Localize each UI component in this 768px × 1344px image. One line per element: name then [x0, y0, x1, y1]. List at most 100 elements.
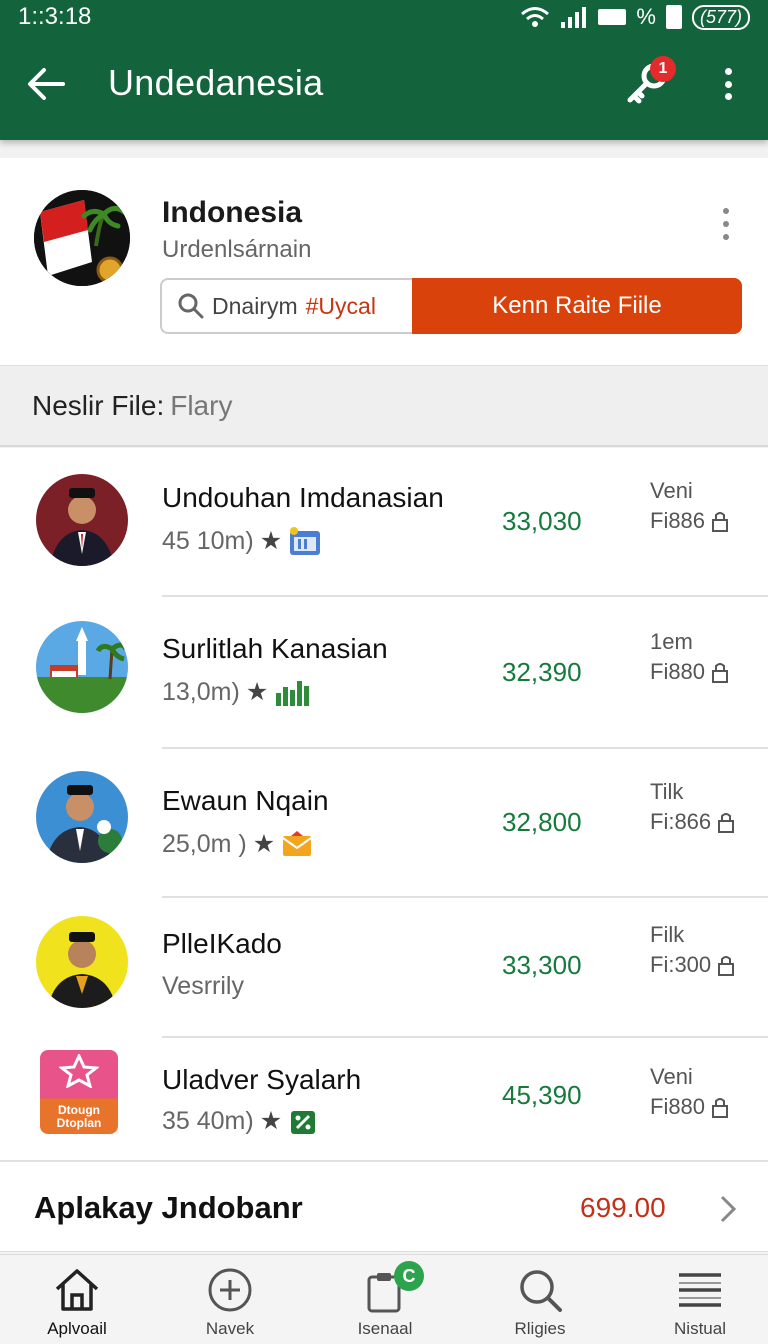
item-label-bottom: Fi880: [650, 1094, 729, 1120]
item-sub: Vesrrily: [162, 972, 244, 1001]
list-item[interactable]: Undouhan Imdanasian 45 10m) ★ 33,030 Ven…: [0, 448, 768, 596]
profile-more-button[interactable]: [716, 206, 736, 242]
search-icon: [520, 1270, 562, 1312]
more-dot-icon: [724, 68, 732, 75]
item-value: 45,390: [502, 1080, 582, 1110]
item-label-top: Veni: [650, 1064, 693, 1089]
item-label-bottom: Fi886: [650, 508, 729, 534]
nav-item-add[interactable]: Navek: [155, 1255, 305, 1344]
search-input[interactable]: Dnairym #Uycal: [160, 278, 414, 334]
section-header: Neslir File: Flary: [0, 367, 768, 447]
list-item[interactable]: PlleIKado Vesrrily 33,300 Filk Fi:300: [0, 898, 768, 1036]
item-label-top: Filk: [650, 922, 685, 947]
nav-item-home[interactable]: Aplvoail: [2, 1255, 152, 1344]
notification-badge: 1: [650, 56, 676, 82]
item-sub: 13,0m) ★: [162, 677, 310, 707]
action-button[interactable]: Kenn Raite Fiile: [412, 278, 742, 334]
nav-item-menu[interactable]: Nistual: [625, 1255, 768, 1344]
list-item[interactable]: Surlitlah Kanasian 13,0m) ★ 32,390 1em F…: [0, 597, 768, 747]
lock-icon: [712, 663, 729, 683]
avatar: [36, 771, 128, 863]
landscape-avatar-icon: [36, 621, 128, 713]
item-name: Uladver Syalarh: [162, 1064, 362, 1095]
item-sub-text: 45 10m): [162, 526, 254, 555]
profile-card: Indonesia Urdenlsárnain Dnairym #Uycal K…: [0, 158, 768, 366]
app-logo: Dtougn Dtoplan: [40, 1050, 118, 1134]
summary-row[interactable]: Aplakay Jndobanr 699.00: [0, 1160, 768, 1252]
file-list: Undouhan Imdanasian 45 10m) ★ 33,030 Ven…: [0, 448, 768, 1160]
toolbar: Undedanesia 1: [0, 40, 768, 130]
avatar: [36, 474, 128, 566]
battery-percent: %: [636, 4, 656, 29]
lock-icon: [712, 1098, 729, 1118]
item-label-bottom: Fi:866: [650, 809, 735, 835]
more-dot-icon: [724, 93, 732, 100]
nav-label: Aplvoail: [47, 1319, 107, 1338]
bottom-nav: Aplvoail Navek C Isenaal Rligies Nistual: [0, 1254, 768, 1344]
back-button[interactable]: [24, 62, 68, 106]
summary-title: Aplakay Jndobanr: [34, 1190, 303, 1225]
item-code: Fi880: [650, 659, 706, 684]
app-bar: 1::3:18 % (577) Undedanesia 1: [0, 0, 768, 140]
nav-label: Nistual: [674, 1319, 726, 1338]
star-icon: ★: [252, 830, 276, 858]
item-sub: 25,0m ) ★: [162, 829, 313, 859]
avatar: [36, 916, 128, 1008]
list-item[interactable]: Dtougn Dtoplan Uladver Syalarh 35 40m) ★…: [0, 1038, 768, 1160]
wifi-icon: [521, 7, 550, 27]
item-name: Ewaun Nqain: [162, 785, 329, 816]
battery-icon: [665, 5, 682, 29]
flag-icon: [34, 190, 130, 286]
status-bar: 1::3:18 % (577): [0, 0, 768, 34]
status-time: 1::3:18: [18, 3, 92, 30]
more-dot-icon: [723, 234, 729, 240]
more-dot-icon: [723, 208, 729, 214]
item-name: Undouhan Imdanasian: [162, 482, 444, 513]
item-value: 33,300: [502, 950, 582, 980]
logo-text: Dtougn Dtoplan: [56, 1103, 102, 1130]
profile-subtitle: Urdenlsárnain: [162, 236, 312, 263]
item-name: Surlitlah Kanasian: [162, 633, 388, 664]
item-code: Fi880: [650, 1094, 706, 1119]
item-value: 33,030: [502, 506, 582, 536]
nav-label: Navek: [205, 1319, 255, 1338]
star-icon: ★: [245, 678, 269, 706]
item-name: PlleIKado: [162, 928, 282, 959]
item-code: Fi:866: [650, 809, 712, 834]
discount-tag-icon: [291, 1111, 316, 1134]
envelope-icon: [282, 831, 312, 856]
item-sub-text: 13,0m): [162, 677, 240, 706]
item-sub-text: 35 40m): [162, 1106, 254, 1135]
person-avatar-icon: [36, 771, 128, 863]
home-icon: [55, 1269, 99, 1311]
item-sub-text: 25,0m ): [162, 829, 247, 858]
menu-icon: [679, 1273, 721, 1307]
item-label-top: 1em: [650, 629, 693, 654]
calendar-icon: [290, 527, 321, 555]
battery-bar-icon: [598, 9, 627, 25]
person-avatar-icon: [36, 474, 128, 566]
nav-label: Isenaal: [357, 1319, 413, 1338]
search-text: Dnairym: [212, 292, 298, 319]
section-value[interactable]: Flary: [170, 390, 232, 422]
list-item[interactable]: Ewaun Nqain 25,0m ) ★ 32,800 Tilk Fi:866: [0, 749, 768, 897]
item-sub: 45 10m) ★: [162, 526, 322, 556]
status-icons: % (577): [520, 4, 750, 30]
lock-icon: [712, 512, 729, 532]
indonesia-flag-avatar[interactable]: [34, 190, 130, 286]
more-options-button[interactable]: [712, 62, 744, 106]
lock-icon: [718, 813, 735, 833]
add-circle-icon: [208, 1268, 252, 1312]
nav-item-clipboard[interactable]: C Isenaal: [310, 1255, 460, 1344]
item-code: Fi886: [650, 508, 706, 533]
nav-item-search[interactable]: Rligies: [465, 1255, 615, 1344]
bar-chart-icon: [276, 681, 310, 706]
item-value: 32,390: [502, 657, 582, 687]
nav-label: Rligies: [514, 1319, 566, 1338]
item-sub: 35 40m) ★: [162, 1106, 318, 1136]
search-tag: #Uycal: [305, 292, 376, 319]
star-icon: ★: [259, 527, 283, 555]
item-label-bottom: Fi880: [650, 659, 729, 685]
item-code: Fi:300: [650, 952, 712, 977]
chevron-right-icon: [720, 1195, 737, 1223]
